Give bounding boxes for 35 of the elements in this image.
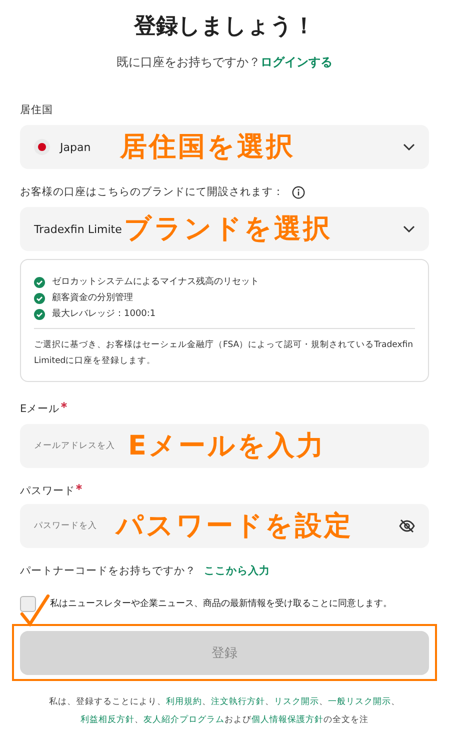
terms-link[interactable]: 一般リスク開示 <box>328 697 391 707</box>
annotation-text: 居住国を選択 <box>120 134 295 160</box>
check-circle-icon <box>34 308 45 320</box>
feature-text: 最大レバレッジ：1000:1 <box>52 308 156 321</box>
field-label: 居住国 <box>20 103 54 117</box>
annotation-text: ブランドを選択 <box>124 216 332 242</box>
page-title: 登録しましょう！ <box>132 13 316 41</box>
check-circle-icon <box>34 292 45 304</box>
annotation-text: パスワードを設定 <box>116 512 353 540</box>
info-icon[interactable] <box>292 186 305 198</box>
terms-link[interactable]: 友人紹介プログラム <box>144 715 224 725</box>
chevron-icon <box>403 225 415 233</box>
partner-code-link[interactable]: ここから入力 <box>204 564 270 578</box>
brand-note: ご選択に基づき、お客様はセーシェル金融庁（FSA）によって認可・規制されているTradexfin Limitedに口座を登録します。 <box>34 338 414 368</box>
feature-text: 顧客資金の分別管理 <box>52 292 133 305</box>
field-label: パスワード <box>20 485 75 497</box>
terms-link[interactable]: 個人情報保護方針 <box>252 715 324 725</box>
chevron-icon <box>403 143 415 151</box>
field-label: お客様の口座はこちらのブランドにて開設されます： <box>20 185 284 199</box>
terms-link[interactable]: リスク開示 <box>274 697 319 707</box>
terms-link[interactable]: 利用規約 <box>166 697 202 707</box>
login-link[interactable]: ログインする <box>260 55 332 69</box>
terms-link[interactable]: 利益相反方針 <box>80 715 134 725</box>
check-circle-icon <box>34 276 45 288</box>
eye-slash-icon[interactable] <box>399 519 415 533</box>
terms-text: 私は、登録することにより、利用規約、注文執行方針、リスク開示、一般リスク開示、 利益相反方針、友人紹介プログラムおよび個人情報保護方針の全文を注 <box>48 696 401 727</box>
feature-text: ゼロカットシステムによるマイナス残高のリセット <box>52 276 259 289</box>
annotation-text: Eメールを入力 <box>128 432 326 460</box>
partner-prompt: パートナーコードをお持ちですか？ <box>20 564 196 578</box>
field-label: Eメール <box>20 403 60 415</box>
checkbox[interactable] <box>20 596 36 612</box>
flag-icon <box>34 139 50 155</box>
terms-link[interactable]: 注文執行方針 <box>211 697 265 707</box>
login-prompt: 既に口座をお持ちですか？ <box>116 55 260 69</box>
newsletter-consent: 私はニュースレターや企業ニュース、商品の最新情報を受け取ることに同意します。 <box>50 598 392 610</box>
